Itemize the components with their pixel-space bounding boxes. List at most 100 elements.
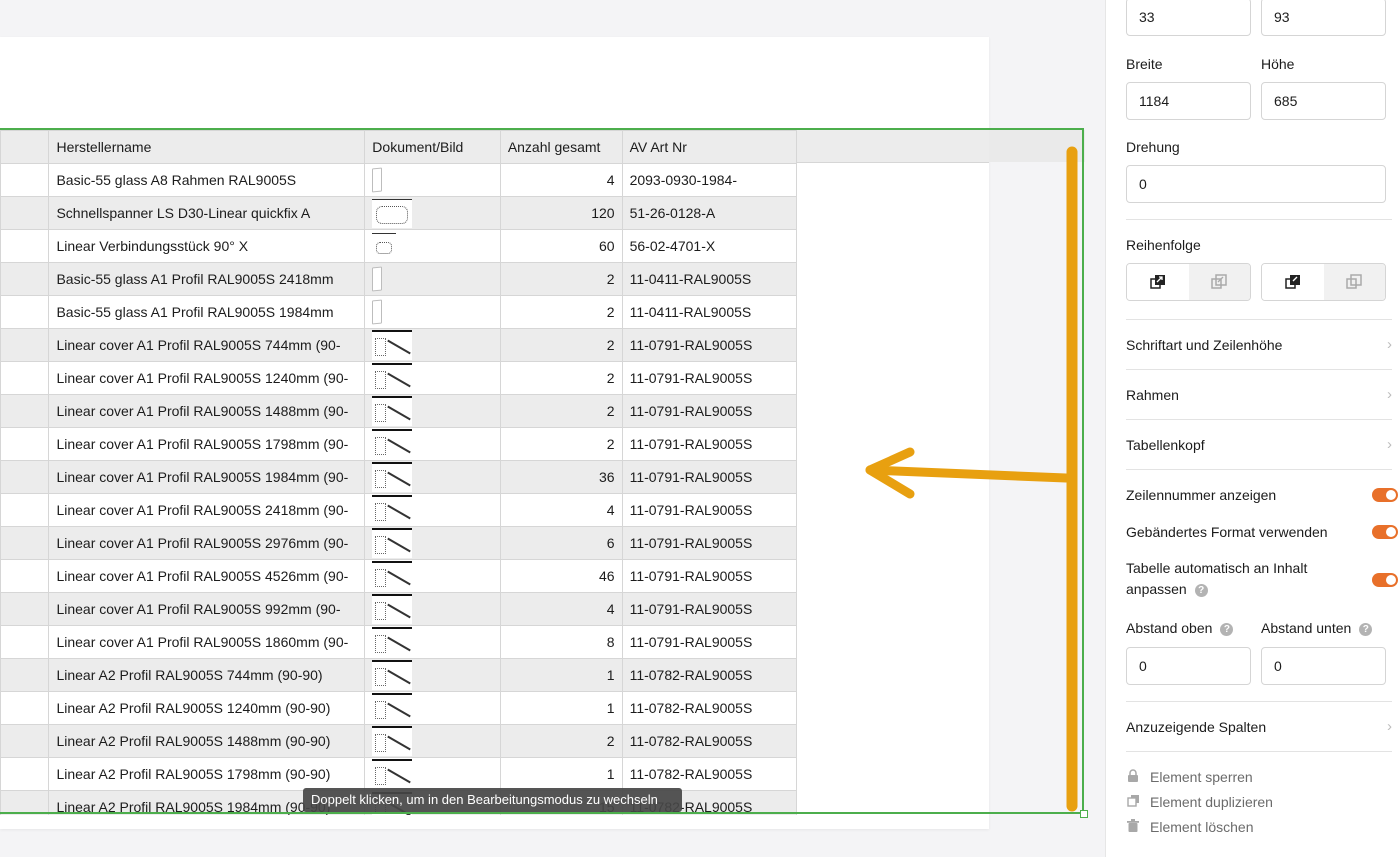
article-number-cell: 2093-0930-1984-	[621, 163, 797, 197]
row-number-cell	[0, 493, 50, 527]
table-row[interactable]: Linear cover A1 Profil RAL9005S 1488mm (…	[0, 394, 797, 428]
table-row[interactable]: Schnellspanner LS D30-Linear quickfix A 1…	[0, 196, 797, 230]
row-numbers-label: Zeilennummer anzeigen	[1126, 487, 1277, 503]
help-icon[interactable]: ?	[1359, 623, 1373, 636]
table-row[interactable]: Linear A2 Profil RAL9005S 744mm (90-90) 1…	[0, 658, 797, 692]
table-element[interactable]: Herstellername Dokument/Bild Anzahl gesa…	[0, 130, 797, 815]
section-border[interactable]: Rahmen ›	[1126, 380, 1392, 410]
width-input[interactable]: 1184	[1126, 82, 1251, 120]
column-header-manufacturer[interactable]: Herstellername	[48, 130, 366, 164]
quantity-cell: 2	[499, 361, 623, 395]
height-input[interactable]: 685	[1261, 82, 1386, 120]
document-cell	[364, 592, 501, 626]
table-row[interactable]: Basic-55 glass A1 Profil RAL9005S 1984mm…	[0, 295, 797, 329]
table-row[interactable]: Linear cover A1 Profil RAL9005S 744mm (9…	[0, 328, 797, 362]
column-header-quantity[interactable]: Anzahl gesamt	[499, 130, 623, 164]
duplicate-element-label: Element duplizieren	[1150, 794, 1273, 810]
trash-icon	[1126, 817, 1140, 837]
spacing-top-input[interactable]: 0	[1126, 647, 1251, 685]
autofit-toggle[interactable]	[1372, 573, 1398, 587]
quantity-cell: 1	[499, 658, 623, 692]
spacing-bottom-input[interactable]: 0	[1261, 647, 1386, 685]
article-number-cell: 11-0791-RAL9005S	[621, 559, 797, 593]
document-cell	[364, 493, 501, 527]
product-thumbnail	[372, 627, 413, 657]
delete-element-action[interactable]: Element löschen	[1126, 817, 1254, 837]
product-thumbnail	[372, 232, 397, 260]
table-row[interactable]: Linear A2 Profil RAL9005S 1488mm (90-90)…	[0, 724, 797, 758]
edit-mode-tooltip: Doppelt klicken, um in den Bearbeitungsm…	[303, 788, 682, 812]
quantity-cell: 4	[499, 493, 623, 527]
document-cell	[364, 361, 501, 395]
table-row[interactable]: Linear cover A1 Profil RAL9005S 1240mm (…	[0, 361, 797, 395]
article-number-cell: 11-0791-RAL9005S	[621, 625, 797, 659]
document-cell	[364, 295, 501, 329]
table-row[interactable]: Basic-55 glass A8 Rahmen RAL9005S 4 2093-0…	[0, 163, 797, 197]
help-icon[interactable]: ?	[1220, 623, 1234, 636]
table-row[interactable]: Linear cover A1 Profil RAL9005S 2976mm (…	[0, 526, 797, 560]
y-position-input[interactable]: 93	[1261, 0, 1386, 36]
send-backward-button[interactable]	[1323, 264, 1385, 300]
row-numbers-setting: Zeilennummer anzeigen	[1126, 480, 1398, 510]
row-number-cell	[0, 526, 50, 560]
quantity-cell: 46	[499, 559, 623, 593]
article-number-cell: 11-0791-RAL9005S	[621, 592, 797, 626]
row-number-cell	[0, 394, 50, 428]
order-label: Reihenfolge	[1126, 237, 1201, 253]
bring-to-front-button[interactable]	[1127, 264, 1189, 300]
table-row[interactable]: Linear cover A1 Profil RAL9005S 992mm (9…	[0, 592, 797, 626]
bring-forward-button[interactable]	[1262, 264, 1324, 300]
divider	[1126, 701, 1392, 702]
product-thumbnail	[372, 167, 383, 193]
parts-table[interactable]: Herstellername Dokument/Bild Anzahl gesa…	[0, 130, 797, 815]
table-row[interactable]: Linear cover A1 Profil RAL9005S 4526mm (…	[0, 559, 797, 593]
article-number-cell: 11-0411-RAL9005S	[621, 295, 797, 329]
manufacturer-cell: Linear cover A1 Profil RAL9005S 2976mm (…	[48, 526, 366, 560]
x-position-input[interactable]: 33	[1126, 0, 1251, 36]
column-header-document[interactable]: Dokument/Bild	[364, 130, 501, 164]
row-numbers-toggle[interactable]	[1372, 488, 1398, 502]
manufacturer-cell: Linear A2 Profil RAL9005S 1240mm (90-90)	[48, 691, 366, 725]
help-icon[interactable]: ?	[1194, 584, 1208, 597]
divider	[1126, 319, 1392, 320]
section-font-label: Schriftart und Zeilenhöhe	[1126, 337, 1283, 353]
table-row[interactable]: Linear cover A1 Profil RAL9005S 1984mm (…	[0, 460, 797, 494]
table-row[interactable]: Linear A2 Profil RAL9005S 1798mm (90-90)…	[0, 757, 797, 791]
quantity-cell: 4	[499, 163, 623, 197]
document-cell	[364, 163, 501, 197]
article-number-cell: 11-0782-RAL9005S	[621, 757, 797, 791]
row-number-cell	[0, 757, 50, 791]
order-group-front	[1126, 263, 1251, 301]
spacing-bottom-label: Abstand unten	[1261, 620, 1352, 636]
duplicate-element-action[interactable]: Element duplizieren	[1126, 792, 1273, 812]
section-table-header[interactable]: Tabellenkopf ›	[1126, 430, 1392, 460]
table-row[interactable]: Linear cover A1 Profil RAL9005S 1860mm (…	[0, 625, 797, 659]
duplicate-icon	[1126, 792, 1140, 812]
document-cell	[364, 427, 501, 461]
table-row[interactable]: Linear Verbindungsstück 90° X 60 56-02-470…	[0, 229, 797, 263]
section-columns[interactable]: Anzuzeigende Spalten ›	[1126, 712, 1392, 742]
resize-handle[interactable]	[1080, 810, 1088, 818]
rotation-input[interactable]: 0	[1126, 165, 1386, 203]
row-number-cell	[0, 262, 50, 296]
selection-overflow-header	[989, 130, 1085, 162]
document-cell	[364, 757, 501, 791]
product-thumbnail	[372, 726, 413, 756]
manufacturer-cell: Linear cover A1 Profil RAL9005S 744mm (9…	[48, 328, 366, 362]
table-row[interactable]: Linear A2 Profil RAL9005S 1240mm (90-90)…	[0, 691, 797, 725]
lock-element-action[interactable]: Element sperren	[1126, 767, 1253, 787]
product-thumbnail	[372, 462, 413, 492]
quantity-cell: 2	[499, 427, 623, 461]
banded-format-toggle[interactable]	[1372, 525, 1398, 539]
table-row[interactable]: Linear cover A1 Profil RAL9005S 1798mm (…	[0, 427, 797, 461]
column-header-article-number[interactable]: AV Art Nr	[621, 130, 797, 164]
section-font[interactable]: Schriftart und Zeilenhöhe ›	[1126, 330, 1392, 360]
table-row[interactable]: Basic-55 glass A1 Profil RAL9005S 2418mm…	[0, 262, 797, 296]
manufacturer-cell: Linear cover A1 Profil RAL9005S 1240mm (…	[48, 361, 366, 395]
row-number-cell	[0, 790, 50, 815]
send-to-back-button[interactable]	[1188, 264, 1250, 300]
product-thumbnail	[372, 299, 383, 325]
manufacturer-cell: Linear Verbindungsstück 90° X	[48, 229, 366, 263]
article-number-cell: 11-0791-RAL9005S	[621, 394, 797, 428]
table-row[interactable]: Linear cover A1 Profil RAL9005S 2418mm (…	[0, 493, 797, 527]
